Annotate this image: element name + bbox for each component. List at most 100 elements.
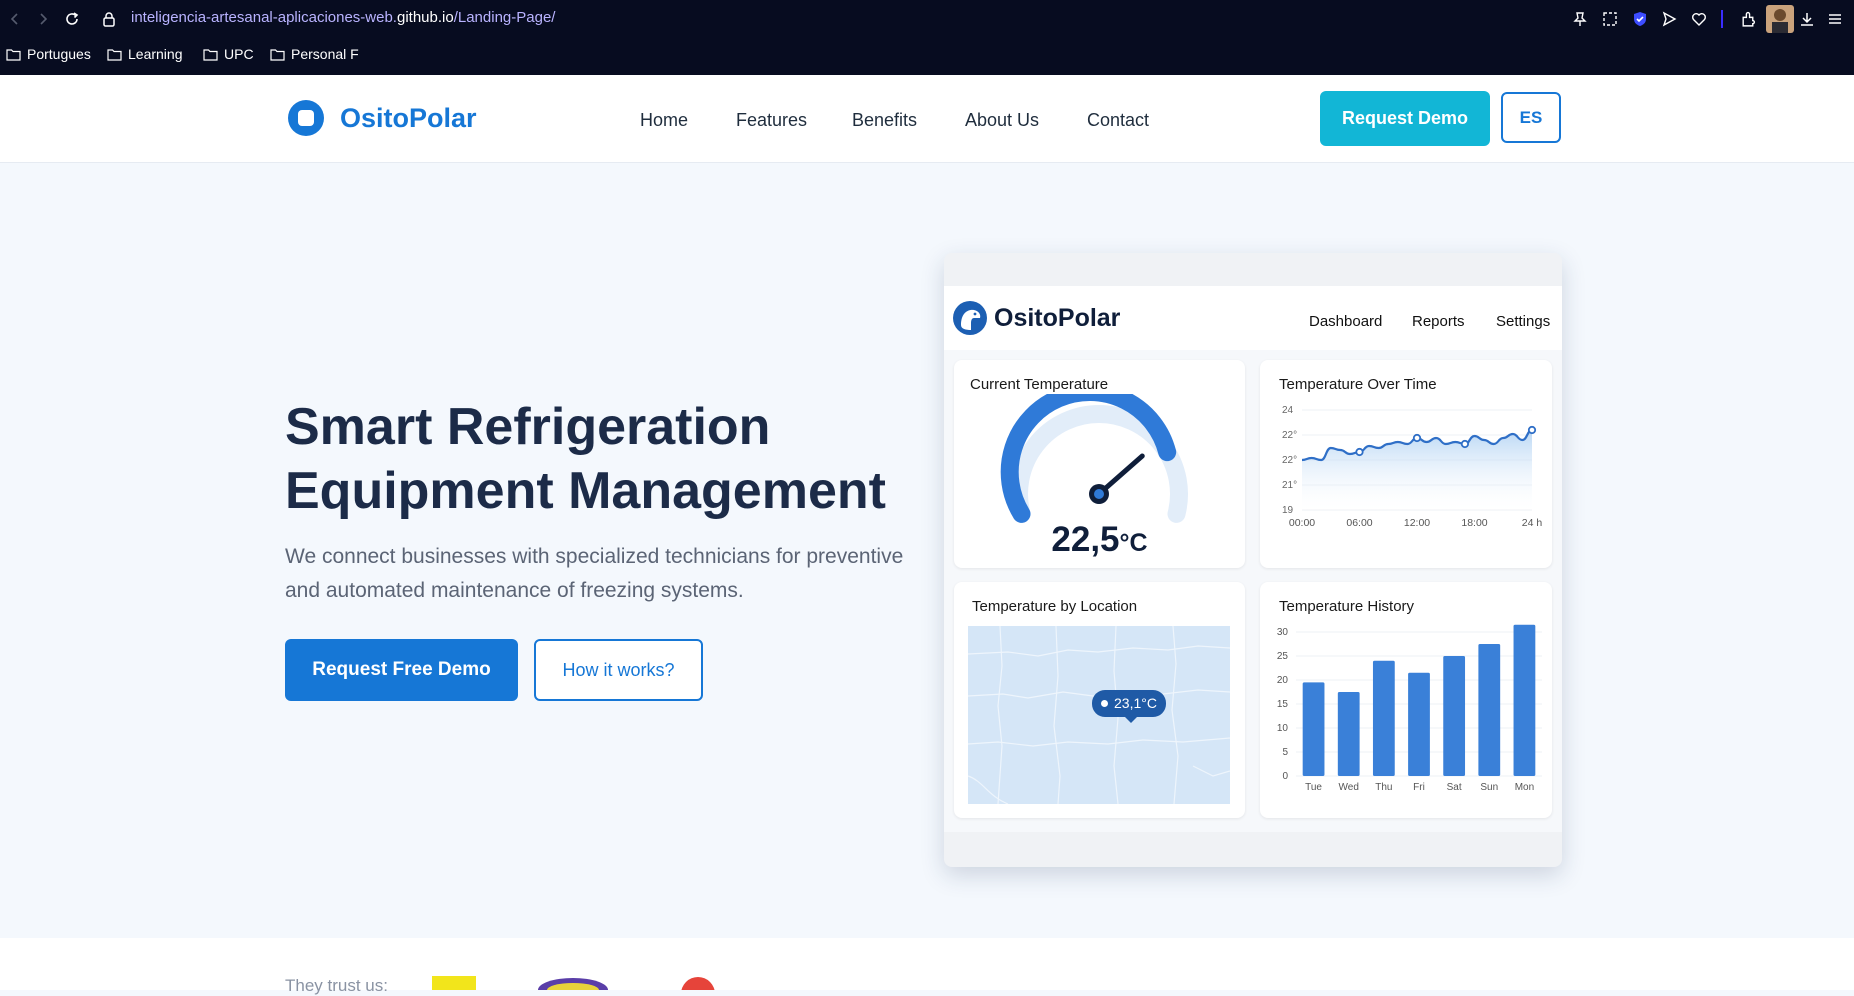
x-tick-label: 18:00 bbox=[1461, 517, 1487, 529]
trust-section: They trust us: bbox=[0, 938, 1854, 995]
y-tick-label: 22° bbox=[1282, 455, 1297, 466]
gauge-hub-center bbox=[1094, 489, 1104, 499]
bookmark-personal-f[interactable]: Personal F bbox=[270, 46, 359, 62]
client-logo-1 bbox=[432, 976, 476, 990]
x-tick-label: Tue bbox=[1305, 782, 1322, 793]
nav-contact[interactable]: Contact bbox=[1087, 110, 1149, 131]
temperature-unit: °C bbox=[1119, 529, 1148, 557]
hero-subtitle: We connect businesses with specialized t… bbox=[285, 540, 935, 608]
extensions-icon[interactable] bbox=[1740, 8, 1757, 30]
send-icon[interactable] bbox=[1661, 8, 1677, 30]
y-tick-label: 20 bbox=[1277, 675, 1289, 686]
request-demo-button[interactable]: Request Demo bbox=[1320, 91, 1490, 146]
y-tick-label: 0 bbox=[1282, 771, 1288, 782]
temperature-number: 22,5 bbox=[1051, 520, 1120, 559]
address-bar[interactable]: inteligencia-artesanal-aplicaciones-web.… bbox=[131, 9, 555, 26]
hero-subtitle-line1: We connect businesses with specialized t… bbox=[285, 545, 904, 568]
download-icon[interactable] bbox=[1799, 8, 1815, 30]
x-tick-label: Sun bbox=[1480, 782, 1498, 793]
language-toggle-button[interactable]: ES bbox=[1501, 92, 1561, 143]
shield-extension-icon[interactable] bbox=[1632, 8, 1648, 30]
client-logo-2 bbox=[538, 978, 608, 990]
y-tick-label: 24 bbox=[1282, 405, 1294, 416]
hero-title-line1: Smart Refrigeration bbox=[285, 398, 771, 456]
current-temperature-card: Current Temperature 22,5°C bbox=[954, 360, 1245, 568]
dashboard-logo: OsitoPolar bbox=[952, 300, 1120, 336]
bookmark-label: UPC bbox=[224, 46, 254, 62]
hero-title-line2: Equipment Management bbox=[285, 462, 886, 520]
lock-icon[interactable] bbox=[101, 8, 117, 30]
x-tick-label: 00:00 bbox=[1289, 517, 1315, 529]
bookmark-label: Portugues bbox=[27, 46, 91, 62]
dashboard-brand-name: OsitoPolar bbox=[994, 303, 1121, 332]
trust-label: They trust us: bbox=[285, 976, 388, 995]
nav-about-us[interactable]: About Us bbox=[965, 110, 1039, 131]
site-logo[interactable]: OsitoPolar bbox=[288, 100, 477, 136]
heart-icon[interactable] bbox=[1691, 8, 1707, 30]
dashboard-header: OsitoPolar Dashboard Reports Settings bbox=[944, 286, 1562, 350]
y-tick-label: 10 bbox=[1277, 723, 1289, 734]
polar-bear-logo-icon bbox=[953, 301, 987, 335]
x-tick-label: 12:00 bbox=[1404, 517, 1430, 529]
x-tick-label: Wed bbox=[1339, 782, 1359, 793]
location-marker: 23,1°C bbox=[1092, 690, 1166, 723]
reload-icon[interactable] bbox=[64, 8, 80, 30]
bar bbox=[1408, 672, 1430, 776]
y-tick-label: 25 bbox=[1277, 651, 1289, 662]
url-path-prefix: inteligencia-artesanal-aplicaciones-web. bbox=[131, 9, 397, 26]
avatar[interactable] bbox=[1766, 5, 1794, 33]
y-tick-label: 19 bbox=[1282, 505, 1294, 516]
toolbar-divider bbox=[1721, 10, 1723, 28]
x-tick-label: Fri bbox=[1413, 782, 1425, 793]
brand-name: OsitoPolar bbox=[340, 102, 477, 133]
card-title: Current Temperature bbox=[970, 376, 1109, 393]
nav-benefits[interactable]: Benefits bbox=[852, 110, 917, 131]
folder-icon bbox=[6, 48, 21, 61]
data-point bbox=[1460, 439, 1470, 449]
temperature-over-time-card: Temperature Over Time 24 22° 22° 21° 19 00:00… bbox=[1260, 360, 1552, 568]
x-tick-label: 06:00 bbox=[1346, 517, 1372, 529]
request-free-demo-button[interactable]: Request Free Demo bbox=[285, 639, 518, 701]
url-path: /Landing-Page/ bbox=[453, 9, 556, 26]
bookmark-upc[interactable]: UPC bbox=[203, 46, 254, 62]
bar bbox=[1478, 644, 1501, 776]
card-title: Temperature History bbox=[1279, 598, 1415, 615]
marker-pointer bbox=[1125, 717, 1137, 723]
brand-logo-icon bbox=[288, 100, 324, 136]
how-it-works-button[interactable]: How it works? bbox=[534, 639, 703, 701]
y-tick-label: 30 bbox=[1277, 627, 1289, 638]
hero-title: Smart Refrigeration Equipment Management bbox=[285, 395, 925, 523]
folder-icon bbox=[203, 48, 218, 61]
y-tick-label: 5 bbox=[1282, 747, 1288, 758]
menu-icon[interactable] bbox=[1827, 8, 1843, 30]
card-title: Temperature by Location bbox=[972, 598, 1138, 615]
forward-icon[interactable] bbox=[36, 8, 50, 30]
nav-home[interactable]: Home bbox=[640, 110, 688, 131]
bar bbox=[1372, 660, 1395, 776]
back-icon[interactable] bbox=[8, 8, 22, 30]
y-tick-label: 15 bbox=[1277, 699, 1289, 710]
site-header: OsitoPolar Home Features Benefits About … bbox=[0, 75, 1854, 163]
pin-icon[interactable] bbox=[1572, 8, 1588, 30]
screenshot-icon[interactable] bbox=[1602, 8, 1618, 30]
bookmark-learning[interactable]: Learning bbox=[107, 46, 183, 62]
current-temperature-value: 22,5°C bbox=[954, 520, 1245, 560]
hero-subtitle-line2: and automated maintenance of freezing sy… bbox=[285, 579, 744, 602]
dashboard-screen: OsitoPolar Dashboard Reports Settings Cu… bbox=[944, 286, 1562, 832]
dashboard-preview: OsitoPolar Dashboard Reports Settings Cu… bbox=[944, 253, 1562, 867]
bar bbox=[1302, 682, 1325, 776]
temperature-by-location-card: Temperature by Location 23,1°C bbox=[954, 582, 1245, 818]
bar bbox=[1513, 624, 1536, 776]
bookmark-portugues[interactable]: Portugues bbox=[6, 46, 91, 62]
bookmark-label: Learning bbox=[128, 46, 183, 62]
dashboard-nav-reports: Reports bbox=[1412, 313, 1465, 330]
bar bbox=[1443, 656, 1466, 776]
card-title: Temperature Over Time bbox=[1279, 376, 1437, 393]
x-tick-label: Thu bbox=[1375, 782, 1392, 793]
nav-features[interactable]: Features bbox=[736, 110, 807, 131]
url-host: github.io bbox=[396, 9, 454, 26]
dashboard-nav-settings: Settings bbox=[1496, 313, 1551, 330]
x-tick-label: 24 h bbox=[1522, 517, 1543, 529]
y-tick-label: 22° bbox=[1282, 430, 1297, 441]
folder-icon bbox=[107, 48, 122, 61]
